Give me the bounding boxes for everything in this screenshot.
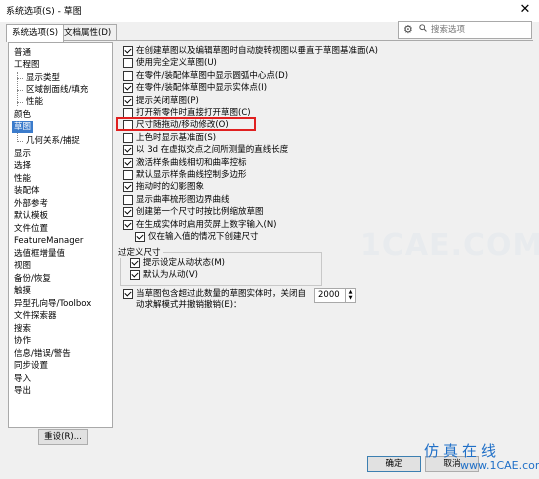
nav-item-view[interactable]: 视图 [12,260,33,272]
title-bar: 系统选项(S) - 草图 ✕ [0,0,539,22]
checkbox[interactable] [135,232,145,242]
checkbox[interactable] [123,170,133,180]
nav-item-file-locations[interactable]: 文件位置 [12,223,50,235]
ok-button[interactable]: 确定 [367,456,421,472]
tab-document-properties[interactable]: 文档属性(D) [58,24,118,41]
nav-item-relations-snaps[interactable]: 几何关系/捕捉 [24,135,82,147]
checkbox[interactable] [123,145,133,155]
tree-line [17,90,23,91]
watermark-text: 1CAE.COM [360,228,539,263]
solve-limit-label-line2: 动求解模式并撤销撤销(E)： [136,300,242,310]
checkbox[interactable] [123,58,133,68]
search-input[interactable] [431,23,527,36]
search-box: ⚙ [398,21,532,39]
nav-item-performance[interactable]: 性能 [12,173,33,185]
checkbox[interactable] [123,96,133,106]
tab-system-options[interactable]: 系统选项(S) [6,24,65,42]
nav-item-external-references[interactable]: 外部参考 [12,198,50,210]
nav-item-drawings-performance[interactable]: 性能 [24,96,45,108]
nav-item-touch[interactable]: 触摸 [12,285,33,297]
tree-line [17,102,23,103]
nav-item-import[interactable]: 导入 [12,373,33,385]
checkbox[interactable] [123,83,133,93]
close-icon[interactable]: ✕ [517,2,533,18]
nav-item-default-templates[interactable]: 默认模板 [12,210,50,222]
nav-item-sketch[interactable]: 草图 [12,121,34,133]
options-tree: 普通 工程图 显示类型 区域剖面线/填充 性能 颜色 草图 几何关系/捕捉 显示… [8,42,113,428]
nav-item-area-hatch[interactable]: 区域剖面线/填充 [24,84,90,96]
nav-item-collaboration[interactable]: 协作 [12,335,33,347]
nav-item-file-explorer[interactable]: 文件探索器 [12,310,59,322]
nav-item-search[interactable]: 搜索 [12,323,33,335]
nav-item-selection[interactable]: 选择 [12,160,33,172]
tree-line [17,141,23,142]
checkbox[interactable] [130,270,140,280]
solve-limit-spinbox[interactable]: 2000 ▲ ▼ [314,288,356,303]
window-title: 系统选项(S) - 草图 [6,7,82,17]
checkbox[interactable] [123,182,133,192]
checkbox[interactable] [123,220,133,230]
nav-item-synchronize-settings[interactable]: 同步设置 [12,360,50,372]
gear-icon[interactable]: ⚙ [403,23,413,37]
checkbox[interactable] [123,158,133,168]
checkbox[interactable] [123,207,133,217]
highlight-box [116,117,256,131]
spinbox-value: 2000 [318,290,340,300]
nav-item-general[interactable]: 普通 [12,47,33,59]
reset-button[interactable]: 重设(R)... [38,429,88,445]
nav-item-spin-box-increments[interactable]: 选值框增量值 [12,248,67,260]
checkbox[interactable] [123,71,133,81]
checkbox[interactable] [123,195,133,205]
nav-item-colors[interactable]: 颜色 [12,109,33,121]
spin-down-icon[interactable]: ▼ [345,295,355,302]
nav-item-assemblies[interactable]: 装配体 [12,185,42,197]
nav-item-featuremanager[interactable]: FeatureManager [12,235,85,247]
nav-item-display-style[interactable]: 显示类型 [24,72,62,84]
nav-item-display[interactable]: 显示 [12,148,33,160]
brand-url: www.1CAE.com [460,459,539,472]
tree-line [17,78,23,79]
checkbox[interactable] [123,46,133,56]
nav-item-hole-wizard-toolbox[interactable]: 异型孔向导/Toolbox [12,298,93,310]
nav-item-drawings[interactable]: 工程图 [12,59,42,71]
checkbox[interactable] [123,133,133,143]
search-icon [419,24,427,32]
nav-item-export[interactable]: 导出 [12,385,33,397]
checkbox[interactable] [123,289,133,299]
brand-logo-text: 仿真在线 [424,442,501,460]
nav-item-backup-recover[interactable]: 备份/恢复 [12,273,53,285]
checkbox[interactable] [130,258,140,268]
nav-item-messages-errors-warnings[interactable]: 信息/错误/警告 [12,348,73,360]
